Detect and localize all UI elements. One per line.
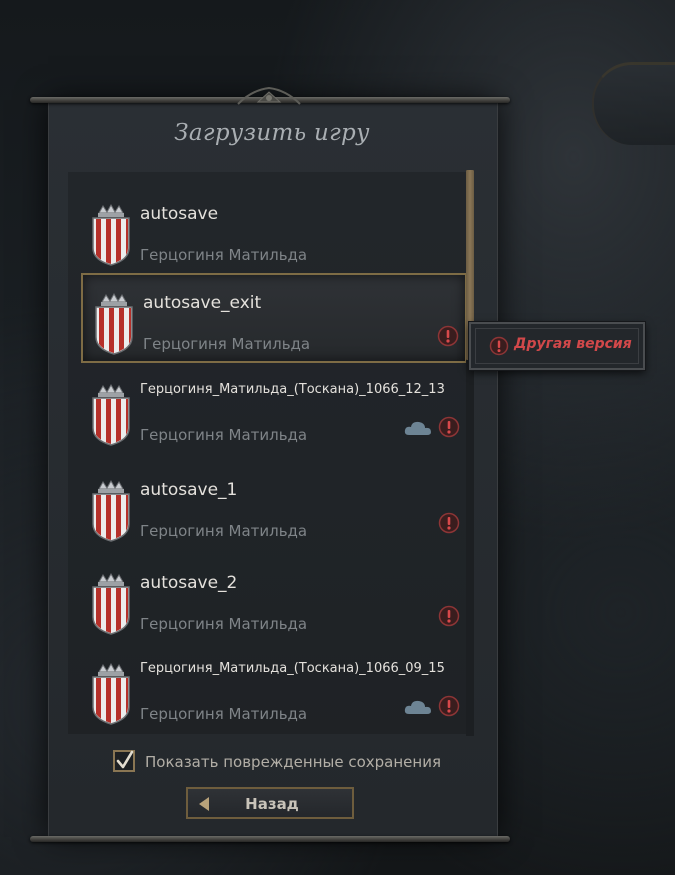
coat-of-arms-icon [90, 479, 132, 542]
save-name: autosave_1 [140, 480, 238, 500]
panel-frame-bottom [30, 836, 510, 842]
warning-icon[interactable] [438, 512, 460, 534]
tooltip-text: Другая версия [514, 336, 632, 352]
save-name: autosave [140, 204, 219, 224]
save-entry[interactable]: autosave Герцогиня Матильда [80, 186, 466, 272]
background-barrel [592, 62, 675, 145]
coat-of-arms-icon [93, 292, 135, 355]
save-entry[interactable]: Герцогиня_Матильда_(Тоскана)_1066_09_15 Г… [80, 645, 466, 731]
show-corrupted-label: Показать поврежденные сохранения [145, 753, 441, 771]
coat-of-arms-icon [90, 662, 132, 725]
save-character: Герцогиня Матильда [140, 615, 308, 633]
show-corrupted-checkbox[interactable] [113, 750, 135, 772]
save-character: Герцогиня Матильда [140, 522, 308, 540]
warning-icon[interactable] [437, 325, 459, 347]
save-character: Герцогиня Матильда [140, 246, 308, 264]
warning-icon [489, 336, 509, 356]
back-button[interactable]: Назад [186, 787, 354, 819]
save-entry[interactable]: autosave_2 Герцогиня Матильда [80, 555, 466, 641]
save-name: autosave_exit [143, 293, 262, 313]
warning-icon[interactable] [438, 695, 460, 717]
version-tooltip: Другая версия [469, 322, 645, 370]
save-list: autosave Герцогиня Матильда autosave_exit… [68, 172, 468, 734]
save-name: autosave_2 [140, 573, 238, 593]
warning-icon[interactable] [438, 605, 460, 627]
save-name: Герцогиня_Матильда_(Тоскана)_1066_09_15 [140, 661, 445, 676]
save-entry[interactable]: Герцогиня_Матильда_(Тоскана)_1066_12_13 Г… [80, 366, 466, 452]
coat-of-arms-icon [90, 572, 132, 635]
save-name: Герцогиня_Матильда_(Тоскана)_1066_12_13 [140, 382, 445, 397]
frame-ornament-icon [237, 86, 301, 105]
back-button-label: Назад [245, 795, 299, 813]
warning-icon[interactable] [438, 416, 460, 438]
page-title: Загрузить игру [174, 120, 370, 146]
save-entry[interactable]: autosave_1 Герцогиня Матильда [80, 462, 466, 548]
cloud-save-icon [404, 420, 432, 436]
save-character: Герцогиня Матильда [140, 426, 308, 444]
save-entry[interactable]: autosave_exit Герцогиня Матильда [81, 273, 467, 363]
save-list-scrollbar[interactable] [466, 170, 474, 736]
cloud-save-icon [404, 699, 432, 715]
save-character: Герцогиня Матильда [140, 705, 308, 723]
checkmark-icon [116, 750, 134, 769]
save-character: Герцогиня Матильда [143, 335, 311, 353]
coat-of-arms-icon [90, 203, 132, 266]
coat-of-arms-icon [90, 383, 132, 446]
